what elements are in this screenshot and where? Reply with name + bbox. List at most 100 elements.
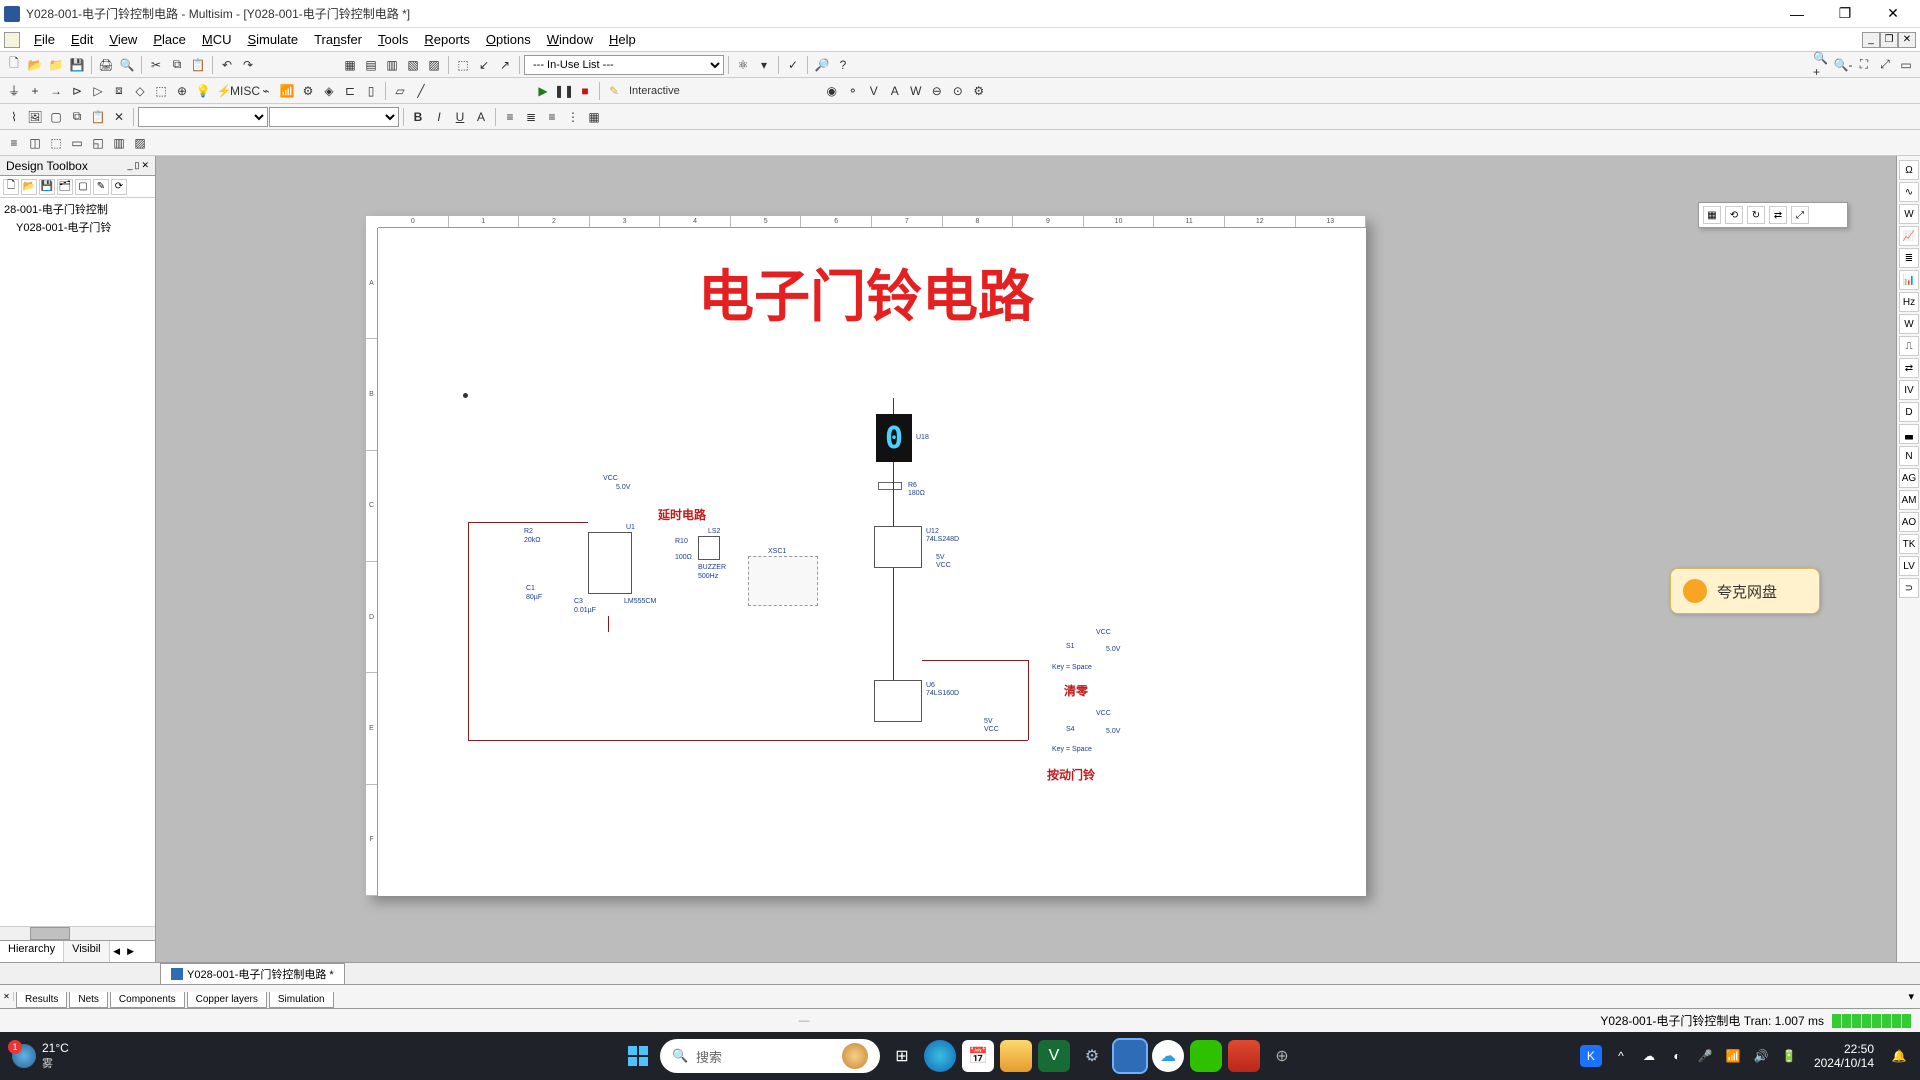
menu-options[interactable]: Options	[478, 30, 539, 49]
toggle-grapher[interactable]: ▧	[403, 55, 423, 75]
annotation-select-button[interactable]: ▢	[46, 107, 66, 127]
probe-ref-button[interactable]: ⊙	[948, 81, 968, 101]
place-rf-button[interactable]: 📶	[277, 81, 297, 101]
active-analysis-wand-icon[interactable]: ✎	[604, 81, 624, 101]
place-advanced-button[interactable]: ⌁	[256, 81, 276, 101]
font-size-combo[interactable]	[269, 107, 399, 127]
bode-plotter-icon[interactable]: 📊	[1899, 270, 1919, 290]
panel-pin-icon[interactable]: _	[127, 160, 132, 171]
wattmeter-icon[interactable]: W	[1899, 204, 1919, 224]
toolbox-new-button[interactable]: 🗋	[3, 179, 19, 195]
flip-h-icon[interactable]: ↻	[1747, 206, 1765, 224]
place-connector-button[interactable]: ⊏	[340, 81, 360, 101]
zoom-in-button[interactable]: 🔍+	[1812, 55, 1832, 75]
place-cmos-button[interactable]: ◇	[130, 81, 150, 101]
oscilloscope-xsc1[interactable]	[748, 556, 818, 606]
probe-current-button[interactable]: A	[885, 81, 905, 101]
probe-watt-button[interactable]: W	[906, 81, 926, 101]
seven-segment-display[interactable]: 0	[876, 414, 912, 462]
sheet-floating-toolbar[interactable]: ▦ ⟲ ↻ ⇄ ⤢	[1698, 202, 1848, 228]
probe-diff-button[interactable]: ⊖	[927, 81, 947, 101]
toolbox-open-button[interactable]: 📂	[21, 179, 37, 195]
task-view-icon[interactable]: ⊞	[886, 1040, 918, 1072]
save-button[interactable]: 💾	[67, 55, 87, 75]
find-examples-button[interactable]: 🔎	[812, 55, 832, 75]
inuse-list-combo[interactable]: --- In-Use List ---	[524, 55, 724, 75]
toolbox-rename-button[interactable]: ✎	[93, 179, 109, 195]
document-tab-active[interactable]: Y028-001-电子门铃控制电路 *	[160, 963, 345, 984]
chip-u1-555[interactable]	[588, 532, 632, 594]
place-mixed-button[interactable]: ⊕	[172, 81, 192, 101]
panel-x-icon[interactable]: ✕	[141, 160, 149, 171]
annotation-paste-button[interactable]: 📋	[88, 107, 108, 127]
wechat-icon[interactable]	[1190, 1040, 1222, 1072]
open-button[interactable]: 📂	[25, 55, 45, 75]
annotation-copy-button[interactable]: ⧉	[67, 107, 87, 127]
other-view2-button[interactable]: ▨	[130, 133, 150, 153]
chip-u12-74ls248[interactable]	[874, 526, 922, 568]
copy-button[interactable]: ⧉	[167, 55, 187, 75]
menu-simulate[interactable]: Simulate	[239, 30, 306, 49]
notifications-icon[interactable]: 🔔	[1890, 1047, 1908, 1065]
taskbar-search[interactable]: 🔍 搜索	[660, 1039, 880, 1073]
nets-tab[interactable]: Nets	[69, 992, 108, 1008]
logic-converter-icon[interactable]: ⇄	[1899, 358, 1919, 378]
copper-layers-tab[interactable]: Copper layers	[187, 992, 267, 1008]
menu-view[interactable]: View	[101, 30, 145, 49]
zoom-fit-button[interactable]: ⤢	[1875, 55, 1895, 75]
menu-file[interactable]: FFileile	[26, 30, 63, 49]
flip-v-icon[interactable]: ⇄	[1769, 206, 1787, 224]
probe-config-button[interactable]: ⚙	[969, 81, 989, 101]
schematic-sheet[interactable]: 012345678910111213 ABCDEF 电子门铃电路 延时电路 VC…	[366, 216, 1366, 896]
panel-close-icon[interactable]: ▯	[135, 160, 140, 171]
bus-button[interactable]: ╱	[411, 81, 431, 101]
font-family-combo[interactable]	[138, 107, 268, 127]
interactive-label[interactable]: Interactive	[629, 85, 680, 97]
vscode-icon[interactable]: V	[1038, 1040, 1070, 1072]
cut-button[interactable]: ✂	[146, 55, 166, 75]
toggle-simulate-switch[interactable]: ▥	[382, 55, 402, 75]
maximize-button[interactable]: ❐	[1822, 2, 1868, 26]
r6-resistor[interactable]	[878, 482, 902, 490]
labview-instrument-icon[interactable]: LV	[1899, 556, 1919, 576]
spectrum-analyzer-icon[interactable]: ▃	[1899, 424, 1919, 444]
spreadsheet-close-icon[interactable]: ✕	[0, 992, 14, 1001]
tab-scroll-right[interactable]: ▶	[124, 943, 138, 961]
tree-root-item[interactable]: 28-001-电子门铃控制	[4, 200, 151, 218]
chip-u6-74ls160[interactable]	[874, 680, 922, 722]
logic-analyzer-icon[interactable]: ⎍	[1899, 336, 1919, 356]
app-red-icon[interactable]	[1228, 1040, 1260, 1072]
frequency-counter-icon[interactable]: Hz	[1899, 292, 1919, 312]
annotation-picture-button[interactable]: 🖼	[25, 107, 45, 127]
function-generator-icon[interactable]: ∿	[1899, 182, 1919, 202]
iv-analyzer-icon[interactable]: IV	[1899, 380, 1919, 400]
mdi-restore[interactable]: ❐	[1880, 32, 1898, 48]
place-ni-button[interactable]: ◈	[319, 81, 339, 101]
toolbox-saveall-button[interactable]: 🗂	[57, 179, 73, 195]
network-analyzer-icon[interactable]: N	[1899, 446, 1919, 466]
cloud-icon[interactable]: ☁	[1152, 1040, 1184, 1072]
paste-button[interactable]: 📋	[188, 55, 208, 75]
results-tab[interactable]: Results	[16, 992, 67, 1008]
place-misc-button[interactable]: MISC	[235, 81, 255, 101]
distortion-analyzer-icon[interactable]: D	[1899, 402, 1919, 422]
microphone-icon[interactable]: 🎤	[1696, 1047, 1714, 1065]
agilent-generator-icon[interactable]: AG	[1899, 468, 1919, 488]
menu-transfer[interactable]: Transfer	[306, 30, 370, 49]
explorer-icon[interactable]	[1000, 1040, 1032, 1072]
bold-button[interactable]: B	[408, 107, 428, 127]
help-button[interactable]: ?	[833, 55, 853, 75]
simulation-tab[interactable]: Simulation	[269, 992, 334, 1008]
font-color-button[interactable]: A	[471, 107, 491, 127]
calendar-icon[interactable]: 📅	[962, 1040, 994, 1072]
align-left-button[interactable]: ≡	[500, 107, 520, 127]
multimeter-icon[interactable]: Ω	[1899, 160, 1919, 180]
start-button[interactable]	[622, 1040, 654, 1072]
3d-view-button[interactable]: ◫	[25, 133, 45, 153]
underline-button[interactable]: U	[450, 107, 470, 127]
tab-hierarchy[interactable]: Hierarchy	[0, 941, 64, 962]
align-right-button[interactable]: ≡	[542, 107, 562, 127]
multisim-icon[interactable]	[1114, 1040, 1146, 1072]
current-clamp-icon[interactable]: ⊃	[1899, 578, 1919, 598]
parent-sheet-button[interactable]: ⬚	[453, 55, 473, 75]
